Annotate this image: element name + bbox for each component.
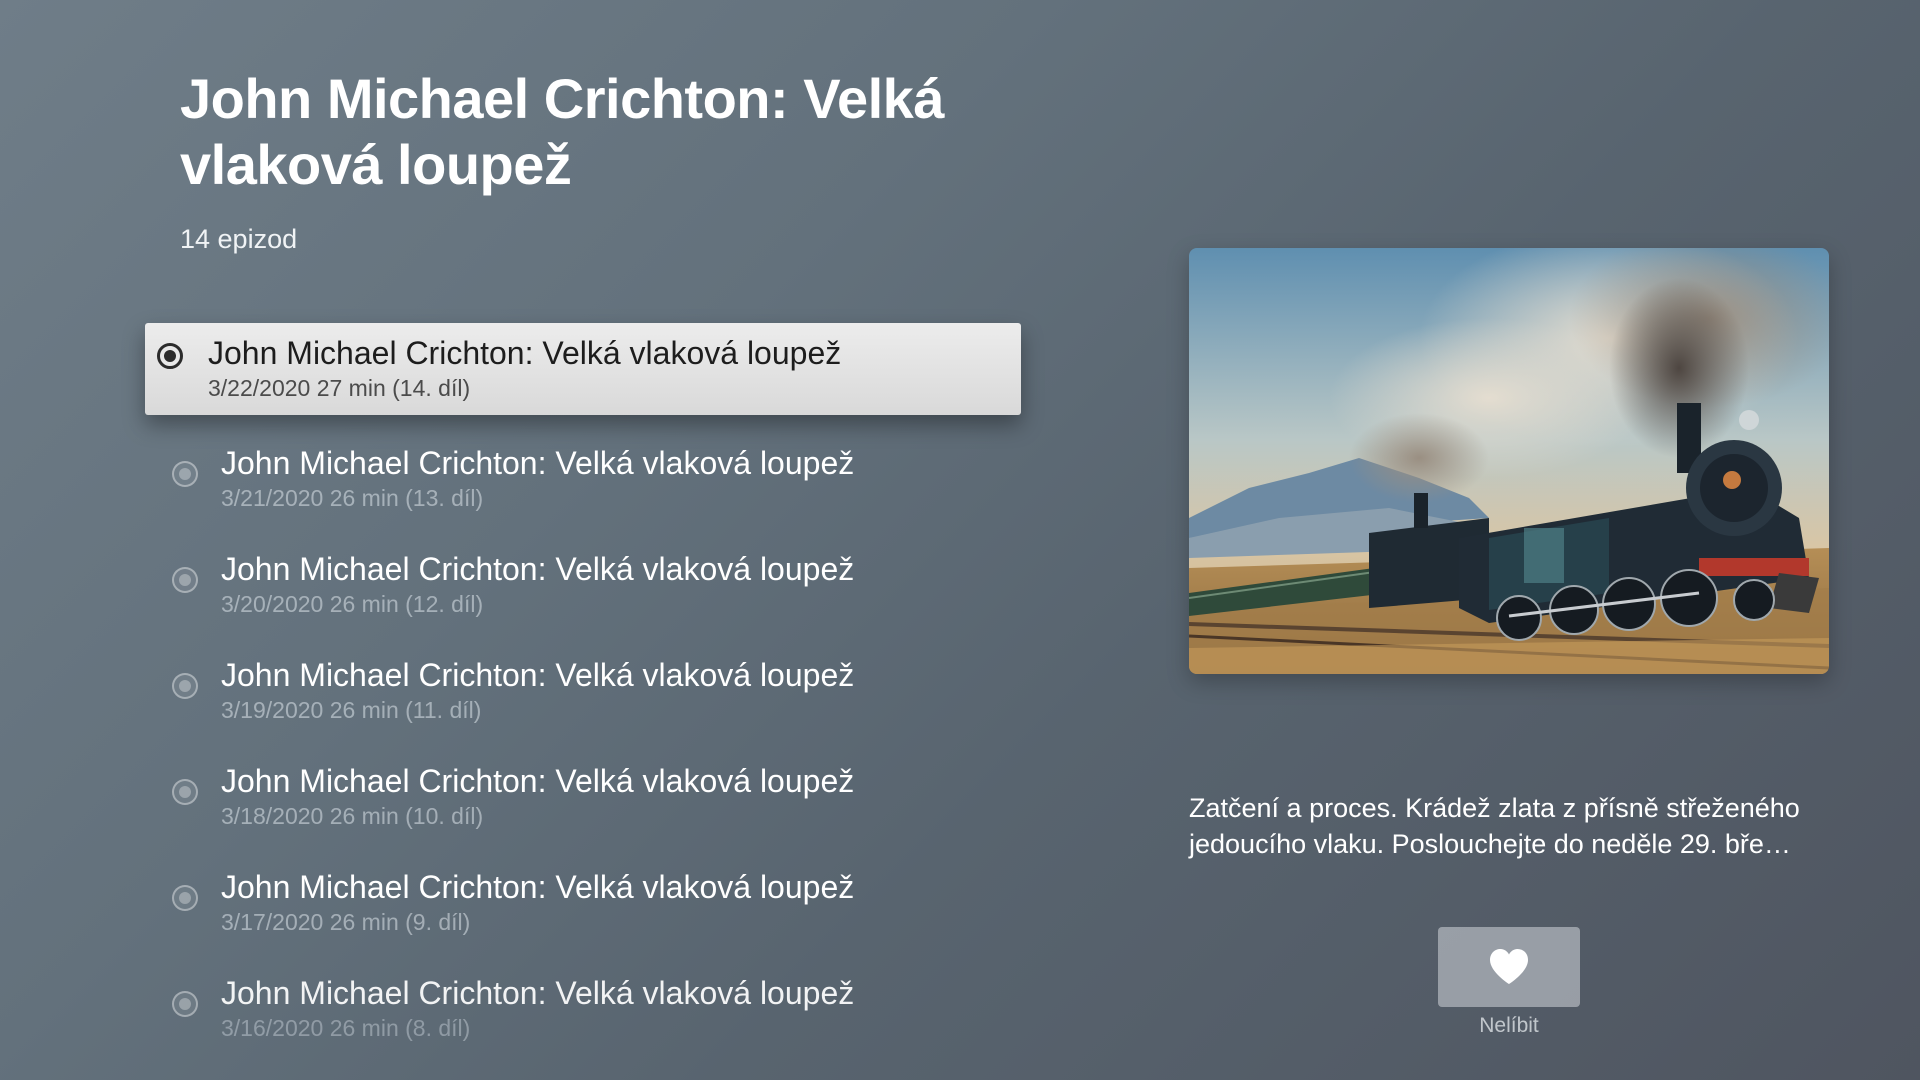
radio-icon <box>172 461 198 487</box>
episode-title: John Michael Crichton: Velká vlaková lou… <box>221 975 855 1011</box>
episode-meta: 3/19/2020 26 min (11. díl) <box>221 697 482 723</box>
radio-icon <box>172 991 198 1017</box>
episode-item[interactable]: John Michael Crichton: Velká vlaková lou… <box>145 747 1021 853</box>
episode-count: 14 epizod <box>180 224 298 254</box>
radio-selected-icon <box>157 343 183 369</box>
episode-title: John Michael Crichton: Velká vlaková lou… <box>208 335 842 371</box>
episode-item[interactable]: John Michael Crichton: Velká vlaková lou… <box>145 535 1021 641</box>
radio-icon <box>172 779 198 805</box>
like-button[interactable] <box>1438 927 1580 1007</box>
steam-locomotive-artwork <box>1189 248 1829 674</box>
episode-meta: 3/20/2020 26 min (12. díl) <box>221 591 484 617</box>
episode-meta: 3/18/2020 26 min (10. díl) <box>221 803 484 829</box>
episode-item[interactable]: John Michael Crichton: Velká vlaková lou… <box>145 959 1021 1065</box>
podcast-artwork <box>1189 248 1829 674</box>
episode-description: Zatčení a proces. Krádež zlata z přísně … <box>1189 793 1800 859</box>
episode-title: John Michael Crichton: Velká vlaková lou… <box>221 551 855 587</box>
episode-item[interactable]: John Michael Crichton: Velká vlaková lou… <box>145 853 1021 959</box>
episode-title: John Michael Crichton: Velká vlaková lou… <box>221 763 855 799</box>
episode-meta: 3/17/2020 26 min (9. díl) <box>221 909 471 935</box>
episode-meta: 3/22/2020 27 min (14. díl) <box>208 375 471 401</box>
radio-icon <box>172 885 198 911</box>
episode-item[interactable]: John Michael Crichton: Velká vlaková lou… <box>145 641 1021 747</box>
like-label: Nelíbit <box>1479 1014 1539 1037</box>
episode-title: John Michael Crichton: Velká vlaková lou… <box>221 869 855 905</box>
heart-icon <box>1490 949 1528 984</box>
episode-item[interactable]: John Michael Crichton: Velká vlaková lou… <box>145 429 1021 535</box>
radio-icon <box>172 567 198 593</box>
episode-title: John Michael Crichton: Velká vlaková lou… <box>221 657 855 693</box>
episode-title: John Michael Crichton: Velká vlaková lou… <box>221 445 855 481</box>
page-title: John Michael Crichton: Velká vlaková lou… <box>180 67 944 196</box>
episode-meta: 3/16/2020 26 min (8. díl) <box>221 1015 471 1041</box>
radio-icon <box>172 673 198 699</box>
episode-meta: 3/21/2020 26 min (13. díl) <box>221 485 484 511</box>
episode-list: John Michael Crichton: Velká vlaková lou… <box>145 323 1021 1065</box>
episode-item[interactable]: John Michael Crichton: Velká vlaková lou… <box>145 323 1021 415</box>
